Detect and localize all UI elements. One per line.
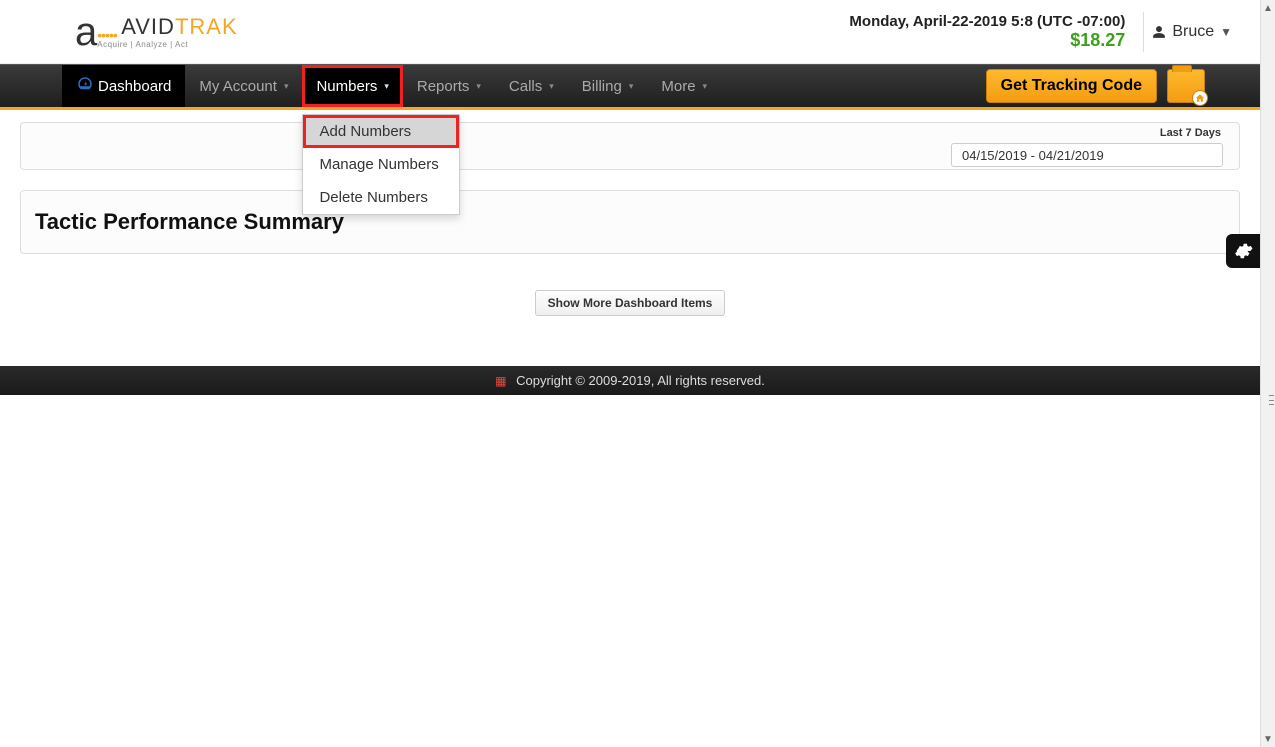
dropdown-add-numbers[interactable]: Add Numbers	[303, 115, 459, 148]
scroll-down-icon[interactable]: ▼	[1261, 731, 1275, 747]
dropdown-item-label: Add Numbers	[319, 123, 411, 140]
footer: ▦ Copyright © 2009-2019, All rights rese…	[0, 366, 1260, 395]
date-range-label: Last 7 Days	[1160, 127, 1221, 139]
scrollbar[interactable]: ▲ ▼	[1260, 0, 1275, 747]
user-menu[interactable]: Bruce ▼	[1143, 12, 1240, 52]
content: Last 7 Days Tactic Performance Summary S…	[0, 110, 1260, 316]
nav-dashboard[interactable]: Dashboard	[62, 65, 185, 107]
nav-billing-label: Billing	[582, 78, 622, 95]
show-more-button[interactable]: Show More Dashboard Items	[535, 290, 726, 316]
caret-down-icon: ▾	[629, 81, 634, 92]
dropdown-delete-numbers[interactable]: Delete Numbers	[303, 181, 459, 214]
logo-dots-icon: •••••	[97, 27, 117, 43]
caret-down-icon: ▾	[284, 81, 289, 92]
dropdown-manage-numbers[interactable]: Manage Numbers	[303, 148, 459, 181]
nav-my-account[interactable]: My Account ▾	[185, 65, 302, 107]
logo-mark: a	[75, 12, 97, 52]
dropdown-item-label: Manage Numbers	[319, 156, 438, 173]
caret-down-icon: ▾	[476, 81, 481, 92]
nav-billing[interactable]: Billing ▾	[568, 65, 648, 107]
header: a ••••• AVIDTRAK Acquire | Analyze | Act…	[0, 0, 1260, 64]
footer-copyright: Copyright © 2009-2019, All rights reserv…	[516, 373, 765, 388]
caret-down-icon: ▾	[703, 81, 708, 92]
tactic-summary-title: Tactic Performance Summary	[35, 209, 1225, 235]
home-folder-button[interactable]	[1167, 69, 1205, 103]
date-filter-panel: Last 7 Days	[20, 122, 1240, 170]
nav-numbers[interactable]: Numbers ▾ Add Numbers Manage Numbers Del…	[302, 65, 402, 107]
gear-icon	[1233, 241, 1253, 261]
caret-down-icon: ▾	[384, 81, 389, 92]
scroll-up-icon[interactable]: ▲	[1261, 0, 1275, 16]
header-balance: $18.27	[849, 30, 1125, 51]
home-icon	[1192, 90, 1208, 106]
user-name: Bruce	[1172, 23, 1214, 41]
logo-brand-2: TRAK	[175, 14, 238, 39]
logo[interactable]: a ••••• AVIDTRAK Acquire | Analyze | Act	[75, 12, 238, 52]
nav-more[interactable]: More ▾	[647, 65, 721, 107]
main-nav: Dashboard My Account ▾ Numbers ▾ Add Num…	[0, 64, 1260, 110]
tactic-summary-panel: Tactic Performance Summary	[20, 190, 1240, 254]
settings-tab[interactable]	[1226, 234, 1260, 268]
get-tracking-code-button[interactable]: Get Tracking Code	[986, 69, 1157, 103]
nav-calls[interactable]: Calls ▾	[495, 65, 568, 107]
nav-more-label: More	[661, 78, 695, 95]
nav-calls-label: Calls	[509, 78, 542, 95]
header-datetime: Monday, April-22-2019 5:8 (UTC -07:00)	[849, 13, 1125, 30]
caret-down-icon: ▼	[1220, 25, 1232, 39]
nav-dashboard-label: Dashboard	[98, 78, 171, 95]
date-range-input[interactable]	[951, 143, 1223, 167]
footer-grid-icon: ▦	[495, 374, 506, 388]
nav-reports-label: Reports	[417, 78, 470, 95]
dropdown-item-label: Delete Numbers	[319, 189, 427, 206]
dashboard-icon	[76, 75, 94, 97]
nav-reports[interactable]: Reports ▾	[403, 65, 495, 107]
logo-brand-1: AVID	[121, 14, 175, 39]
nav-my-account-label: My Account	[199, 78, 277, 95]
nav-numbers-label: Numbers	[316, 78, 377, 95]
caret-down-icon: ▾	[549, 81, 554, 92]
numbers-dropdown: Add Numbers Manage Numbers Delete Number…	[302, 114, 460, 215]
user-icon	[1152, 25, 1166, 39]
